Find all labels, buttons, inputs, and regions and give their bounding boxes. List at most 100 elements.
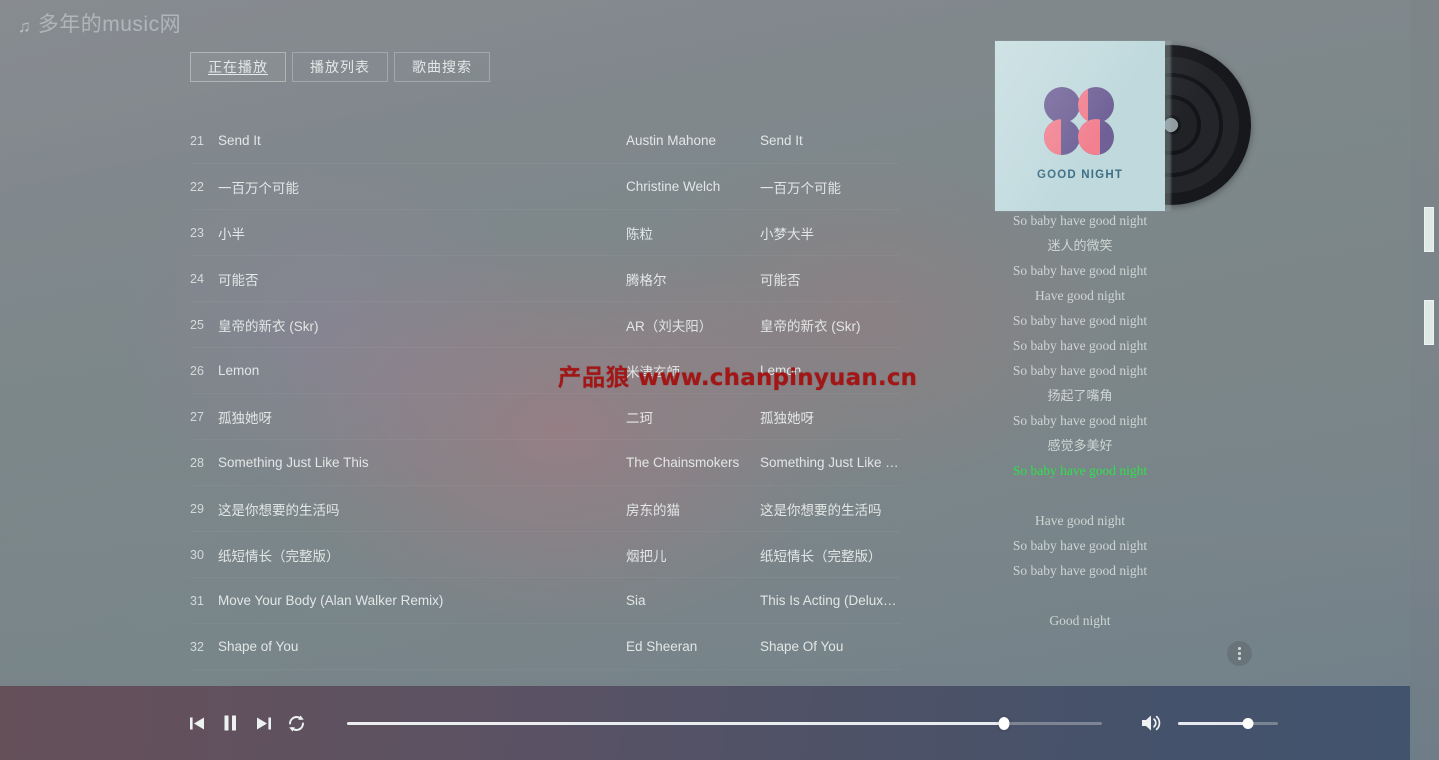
volume-handle[interactable] <box>1242 717 1254 729</box>
table-row[interactable]: 30 纸短情长（完整版） 烟把儿 纸短情长（完整版） <box>190 532 900 578</box>
volume-high-icon <box>1142 715 1161 731</box>
song-album: 孤独她呀 <box>760 410 814 426</box>
tab-bar: 正在播放 播放列表 歌曲搜索 <box>190 52 490 82</box>
table-row[interactable]: 32 Shape of You Ed Sheeran Shape Of You <box>190 624 900 670</box>
song-title: Move Your Body (Alan Walker Remix) <box>218 593 444 608</box>
pause-button[interactable] <box>217 710 243 736</box>
song-artist: The Chainsmokers <box>626 455 740 470</box>
song-title: Lemon <box>218 363 260 378</box>
table-row[interactable]: 27 孤独她呀 二珂 孤独她呀 <box>190 394 900 440</box>
song-title: 一百万个可能 <box>218 180 299 196</box>
song-album: 这是你想要的生活吗 <box>760 502 882 518</box>
song-index: 32 <box>190 639 204 654</box>
song-artist: 米津玄師 <box>626 364 680 380</box>
logo-dot-top-left <box>1044 87 1080 123</box>
tab-now-playing-label: 正在播放 <box>208 59 268 75</box>
next-track-icon <box>256 717 271 729</box>
table-row[interactable]: 29 这是你想要的生活吗 房东的猫 这是你想要的生活吗 <box>190 486 900 532</box>
page-scrollbar[interactable] <box>1410 0 1439 760</box>
table-row[interactable]: 28 Something Just Like This The Chainsmoke… <box>190 440 900 486</box>
song-artist: 房东的猫 <box>626 502 680 518</box>
song-index: 23 <box>190 225 204 240</box>
lyric-line: So baby have good night <box>1012 363 1148 378</box>
more-vertical-icon-dot-2 <box>1238 652 1241 655</box>
table-row[interactable]: 24 可能否 腾格尔 可能否 <box>190 256 900 302</box>
song-index: 22 <box>190 179 204 194</box>
lyric-line: Have good night <box>1035 513 1125 528</box>
lyric-line: So baby have good night <box>1012 413 1148 428</box>
table-row[interactable]: 22 一百万个可能 Christine Welch 一百万个可能 <box>190 164 900 210</box>
song-album: Something Just Like T... <box>760 455 900 470</box>
volume-fill <box>1178 721 1248 725</box>
song-album: Send It <box>760 133 803 148</box>
pause-icon <box>224 715 236 731</box>
song-artist: 二珂 <box>626 410 653 426</box>
lyric-line: Good night <box>1049 613 1111 628</box>
tab-song-search[interactable]: 歌曲搜索 <box>394 52 490 82</box>
repeat-icon <box>288 714 304 732</box>
song-album: This Is Acting (Deluxe... <box>760 593 900 608</box>
tab-playlist-label: 播放列表 <box>310 59 370 75</box>
volume-slider[interactable] <box>1178 714 1278 732</box>
lyric-line: So baby have good night <box>1012 538 1148 553</box>
lyric-line: 扬起了嘴角 <box>1047 388 1113 403</box>
logo-dot-bottom-left-pink <box>1044 119 1080 155</box>
song-index: 26 <box>190 363 204 378</box>
lyric-line: So baby have good night <box>1012 213 1148 228</box>
album-title: GOOD NIGHT <box>1036 169 1124 181</box>
lyric-line <box>950 583 1210 608</box>
song-title: 可能否 <box>218 272 259 288</box>
song-artist: Austin Mahone <box>626 133 717 148</box>
table-row[interactable]: 21 Send It Austin Mahone Send It <box>190 118 900 164</box>
song-list: 21 Send It Austin Mahone Send It 22 一百万个可能 Chr… <box>190 118 900 670</box>
song-title: Shape of You <box>218 639 299 654</box>
table-row[interactable]: 26 Lemon 米津玄師 Lemon <box>190 348 900 394</box>
progress-slider[interactable] <box>347 713 1102 733</box>
song-artist: 陈粒 <box>626 226 653 242</box>
more-options-button[interactable] <box>1227 641 1252 666</box>
song-index: 28 <box>190 455 204 470</box>
repeat-button[interactable] <box>283 710 309 736</box>
album-logo-icon <box>1044 87 1116 155</box>
lyric-line <box>950 483 1210 508</box>
song-album: 可能否 <box>760 272 801 288</box>
tab-now-playing[interactable]: 正在播放 <box>190 52 286 82</box>
song-album: 纸短情长（完整版） <box>760 548 882 564</box>
song-artist: 烟把儿 <box>626 548 667 564</box>
brand-logo[interactable]: ♫ 多年的music网 <box>18 8 181 38</box>
lyric-line: So baby have good night <box>1012 338 1148 353</box>
album-cover-area: GOOD NIGHT <box>995 41 1251 211</box>
song-title: 皇帝的新衣 (Skr) <box>218 318 319 334</box>
player-control-bar <box>0 686 1410 760</box>
progress-handle[interactable] <box>998 716 1010 730</box>
scrollbar-thumb-2[interactable] <box>1424 300 1434 345</box>
page-title: 多年的music网 <box>37 13 182 36</box>
logo-dot-top-right-pink <box>1078 87 1114 123</box>
album-cover-image[interactable]: GOOD NIGHT <box>995 41 1165 211</box>
lyric-line: 感觉多美好 <box>1047 438 1113 453</box>
song-title: 这是你想要的生活吗 <box>218 502 340 518</box>
song-album: 小梦大半 <box>760 226 814 242</box>
scrollbar-thumb-1[interactable] <box>1424 207 1434 252</box>
tab-playlist[interactable]: 播放列表 <box>292 52 388 82</box>
more-vertical-icon-dot-3 <box>1238 657 1241 660</box>
transport-controls <box>184 710 309 736</box>
song-index: 24 <box>190 271 204 286</box>
song-artist: Christine Welch <box>626 179 721 194</box>
song-album: Lemon <box>760 363 802 378</box>
table-row[interactable]: 31 Move Your Body (Alan Walker Remix) Sia T… <box>190 578 900 624</box>
lyric-line: So baby have good night <box>1012 263 1148 278</box>
next-track-button[interactable] <box>250 710 276 736</box>
song-album: Shape Of You <box>760 639 844 654</box>
more-vertical-icon-dot-1 <box>1238 647 1241 650</box>
song-index: 25 <box>190 317 204 332</box>
lyrics-panel[interactable]: So baby have good night 迷人的微笑 So baby have… <box>950 208 1210 633</box>
lyric-line: So baby have good night <box>1012 313 1148 328</box>
song-artist: AR（刘夫阳） <box>626 318 713 334</box>
progress-fill <box>347 721 1004 725</box>
previous-track-button[interactable] <box>184 710 210 736</box>
volume-button[interactable] <box>1139 710 1165 736</box>
table-row[interactable]: 25 皇帝的新衣 (Skr) AR（刘夫阳） 皇帝的新衣 (Skr) <box>190 302 900 348</box>
table-row[interactable]: 23 小半 陈粒 小梦大半 <box>190 210 900 256</box>
song-album: 一百万个可能 <box>760 180 841 196</box>
